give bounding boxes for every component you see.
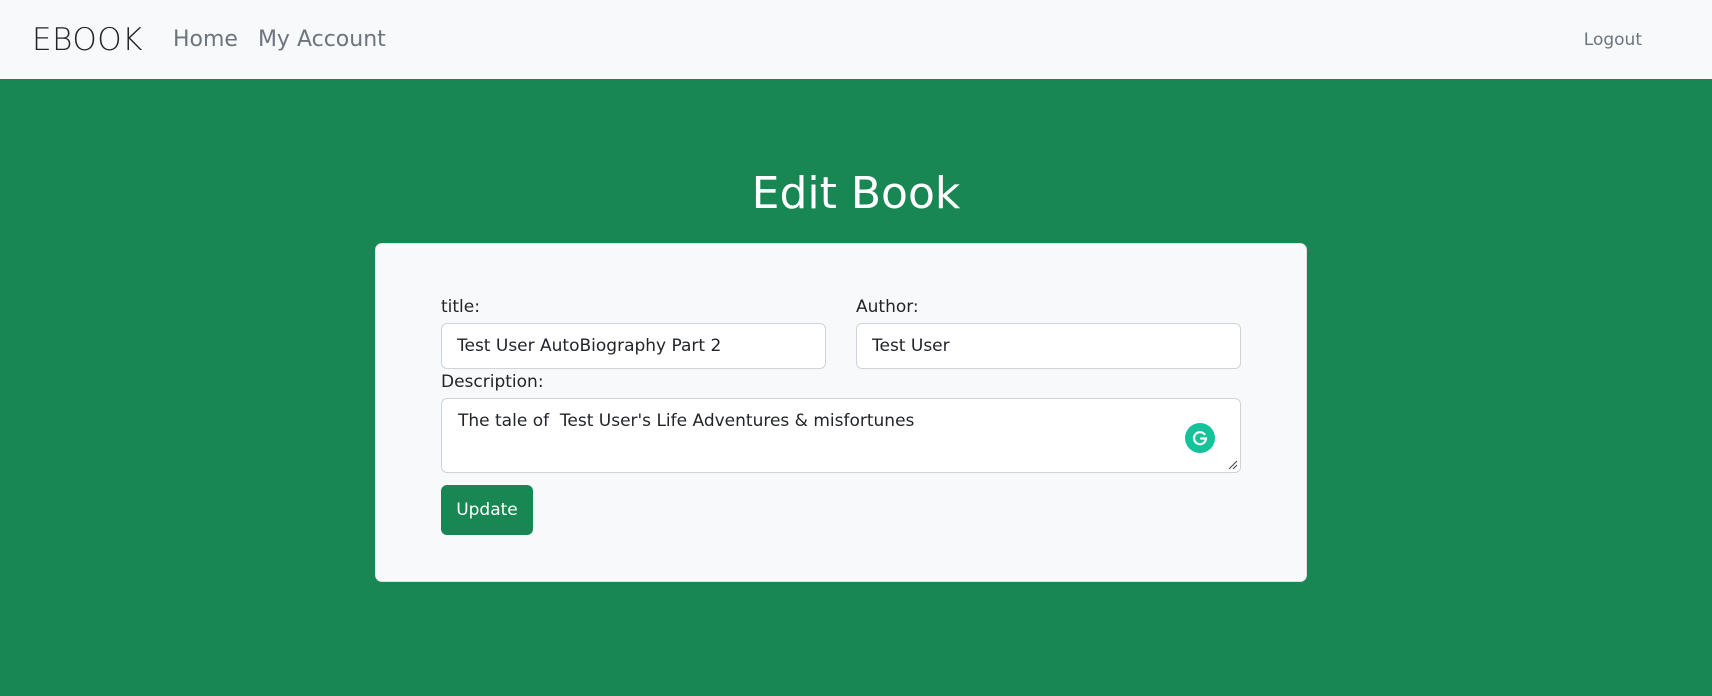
author-input[interactable] <box>856 323 1241 369</box>
description-label: Description: <box>441 372 544 392</box>
edit-book-card: title: Author: Description: The tale of … <box>375 243 1307 582</box>
main-content: Edit Book title: Author: Description: Th… <box>0 79 1712 696</box>
resize-handle-icon[interactable] <box>1226 458 1238 470</box>
page-title: Edit Book <box>751 168 961 219</box>
description-textarea[interactable]: The tale of Test User's Life Adventures … <box>441 398 1241 473</box>
top-navbar: EBOOK Home My Account Logout <box>0 0 1712 79</box>
update-button[interactable]: Update <box>441 485 533 535</box>
nav-link-home[interactable]: Home <box>173 27 238 52</box>
nav-link-my-account[interactable]: My Account <box>258 27 386 52</box>
grammarly-g-icon[interactable] <box>1185 423 1215 453</box>
brand-logo[interactable]: EBOOK <box>32 22 143 58</box>
title-input[interactable] <box>441 323 826 369</box>
author-label: Author: <box>856 297 919 317</box>
title-label: title: <box>441 297 480 317</box>
logout-link[interactable]: Logout <box>1584 30 1642 50</box>
